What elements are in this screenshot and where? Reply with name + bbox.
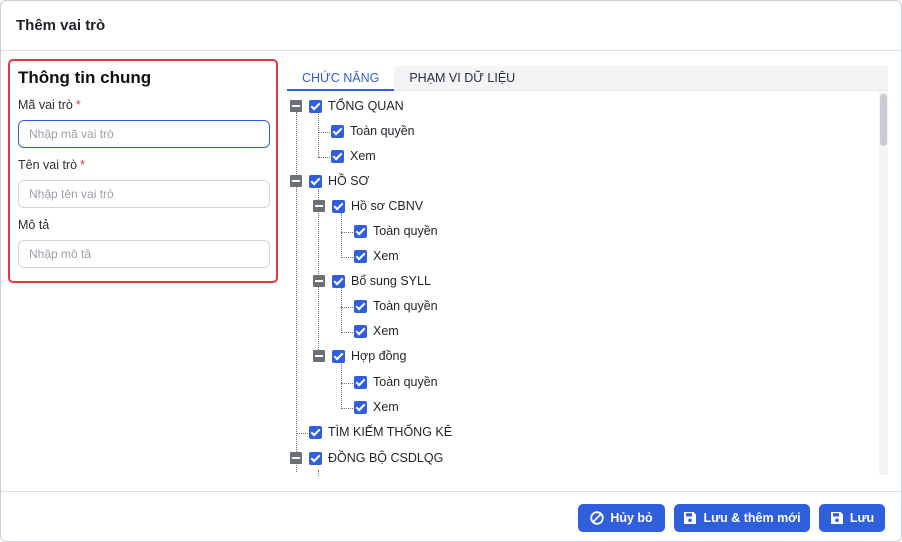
checkbox-checked-icon[interactable]: [309, 174, 322, 188]
tab-functions[interactable]: CHỨC NĂNG: [287, 66, 395, 91]
section-title: Thông tin chung: [18, 68, 152, 87]
role-name-label-text: Tên vai trò: [18, 158, 78, 172]
tree-connector: [318, 157, 330, 158]
tree-connector: [341, 257, 353, 258]
tree-node-ho-so[interactable]: HỒ SƠ: [290, 171, 369, 191]
tree-node-label: Bổ sung SYLL: [351, 274, 431, 288]
checkbox-checked-icon[interactable]: [309, 425, 322, 439]
tree-scrollbar[interactable]: [879, 92, 888, 475]
tree-node-dong-bo-csdlqg[interactable]: ĐỒNG BỘ CSDLQG: [290, 448, 443, 468]
tree-connector: [296, 433, 308, 434]
description-input[interactable]: [18, 240, 270, 268]
checkbox-checked-icon[interactable]: [354, 400, 367, 414]
dialog-header: Thêm vai trò: [1, 1, 901, 51]
description-label: Mô tả: [18, 218, 268, 234]
tree-connector: [341, 383, 353, 384]
role-code-label: Mã vai trò *: [18, 98, 268, 114]
collapse-toggle-icon[interactable]: [313, 350, 325, 362]
cancel-button[interactable]: Hủy bỏ: [578, 504, 665, 532]
role-code-input[interactable]: [18, 120, 270, 148]
checkbox-checked-icon[interactable]: [332, 349, 345, 363]
tree-connector: [341, 232, 353, 233]
permission-tree: TỔNG QUAN Toàn quyền Xem HỒ SƠ Hồ sơ CBN…: [287, 92, 877, 476]
checkbox-checked-icon[interactable]: [331, 149, 344, 163]
checkbox-checked-icon[interactable]: [354, 375, 367, 389]
tree-node-label: Xem: [350, 149, 376, 163]
cancel-button-label: Hủy bỏ: [610, 511, 653, 525]
description-label-text: Mô tả: [18, 218, 50, 232]
tree-node-bo-sung-syll-full[interactable]: Toàn quyền: [354, 296, 438, 316]
tree-node-label: ĐỒNG BỘ CSDLQG: [328, 451, 444, 465]
tab-bar: CHỨC NĂNG PHẠM VI DỮ LIỆU: [287, 66, 888, 91]
scrollbar-thumb[interactable]: [880, 94, 887, 146]
checkbox-checked-icon[interactable]: [332, 199, 345, 213]
tree-node-label: TỔNG QUAN: [328, 99, 404, 113]
checkbox-checked-icon[interactable]: [354, 299, 367, 313]
tab-data-scope[interactable]: PHẠM VI DỮ LIỆU: [394, 66, 530, 91]
tree-node-hop-dong-view[interactable]: Xem: [354, 397, 399, 417]
dialog-title: Thêm vai trò: [16, 17, 106, 34]
tree-connector: [318, 470, 319, 476]
save-and-new-button-label: Lưu & thêm mới: [703, 511, 801, 525]
role-name-input[interactable]: [18, 180, 270, 208]
tree-connector: [341, 408, 353, 409]
tree-node-label: Hồ sơ CBNV: [351, 199, 424, 213]
tree-node-ho-so-cbnv-full[interactable]: Toàn quyền: [354, 221, 438, 241]
checkbox-checked-icon[interactable]: [354, 249, 367, 263]
tree-connector: [341, 332, 353, 333]
checkbox-checked-icon[interactable]: [309, 99, 322, 113]
checkbox-checked-icon[interactable]: [331, 124, 344, 138]
collapse-toggle-icon[interactable]: [290, 175, 302, 187]
tree-node-label: Xem: [373, 249, 399, 263]
save-button[interactable]: Lưu: [819, 504, 885, 532]
checkbox-checked-icon[interactable]: [309, 451, 322, 465]
save-and-new-button[interactable]: Lưu & thêm mới: [674, 504, 810, 532]
tree-node-tong-quan-full[interactable]: Toàn quyền: [331, 121, 415, 141]
tree-connector: [341, 307, 353, 308]
tree-node-label: Toàn quyền: [373, 299, 438, 313]
tree-connector: [318, 112, 319, 157]
checkbox-checked-icon[interactable]: [332, 274, 345, 288]
collapse-toggle-icon[interactable]: [313, 275, 325, 287]
tree-connector: [341, 212, 342, 258]
tree-connector: [296, 112, 297, 472]
tree-node-label: Xem: [373, 400, 399, 414]
tree-node-hop-dong-full[interactable]: Toàn quyền: [354, 372, 438, 392]
checkbox-checked-icon[interactable]: [354, 324, 367, 338]
tree-node-ho-so-cbnv-view[interactable]: Xem: [354, 246, 399, 266]
ban-icon: [590, 511, 605, 525]
collapse-toggle-icon[interactable]: [290, 100, 302, 112]
tree-node-bo-sung-syll-view[interactable]: Xem: [354, 321, 399, 341]
save-button-label: Lưu: [849, 511, 875, 525]
tree-node-bo-sung-syll[interactable]: Bổ sung SYLL: [313, 271, 431, 291]
collapse-toggle-icon[interactable]: [290, 452, 302, 464]
tree-node-label: Toàn quyền: [350, 124, 415, 138]
tree-node-ho-so-cbnv[interactable]: Hồ sơ CBNV: [313, 196, 423, 216]
checkbox-checked-icon[interactable]: [354, 224, 367, 238]
permissions-panel: CHỨC NĂNG PHẠM VI DỮ LIỆU TỔNG QUAN Toàn…: [287, 66, 888, 476]
required-mark: *: [80, 158, 85, 172]
tree-node-label: HỒ SƠ: [328, 174, 370, 188]
tree-node-label: Toàn quyền: [373, 224, 438, 238]
tree-node-label: Hợp đồng: [351, 349, 407, 363]
tree-node-tong-quan[interactable]: TỔNG QUAN: [290, 96, 404, 116]
tree-node-tong-quan-view[interactable]: Xem: [331, 146, 376, 166]
tree-node-label: Toàn quyền: [373, 375, 438, 389]
floppy-disk-icon: [684, 512, 697, 524]
tree-node-hop-dong[interactable]: Hợp đồng: [313, 346, 406, 366]
required-mark: *: [75, 98, 81, 112]
tree-connector: [318, 132, 330, 133]
tree-node-label: Xem: [373, 324, 399, 338]
collapse-toggle-icon[interactable]: [313, 200, 325, 212]
tree-node-tim-kiem-thong-ke[interactable]: TÌM KIẾM THỐNG KÊ: [309, 422, 452, 442]
role-code-label-text: Mã vai trò: [18, 98, 73, 112]
floppy-disk-icon: [830, 512, 843, 524]
role-name-label: Tên vai trò *: [18, 158, 268, 174]
tree-node-label: TÌM KIẾM THỐNG KÊ: [328, 425, 453, 439]
dialog-footer: Hủy bỏ Lưu & thêm mới Lưu: [1, 491, 901, 541]
tree-connector: [341, 362, 342, 409]
add-role-dialog: Thêm vai trò Thông tin chung Mã vai trò *…: [0, 0, 902, 542]
tree-connector: [341, 287, 342, 333]
general-info-section: Thông tin chung Mã vai trò* Tên vai trò*…: [8, 59, 278, 283]
